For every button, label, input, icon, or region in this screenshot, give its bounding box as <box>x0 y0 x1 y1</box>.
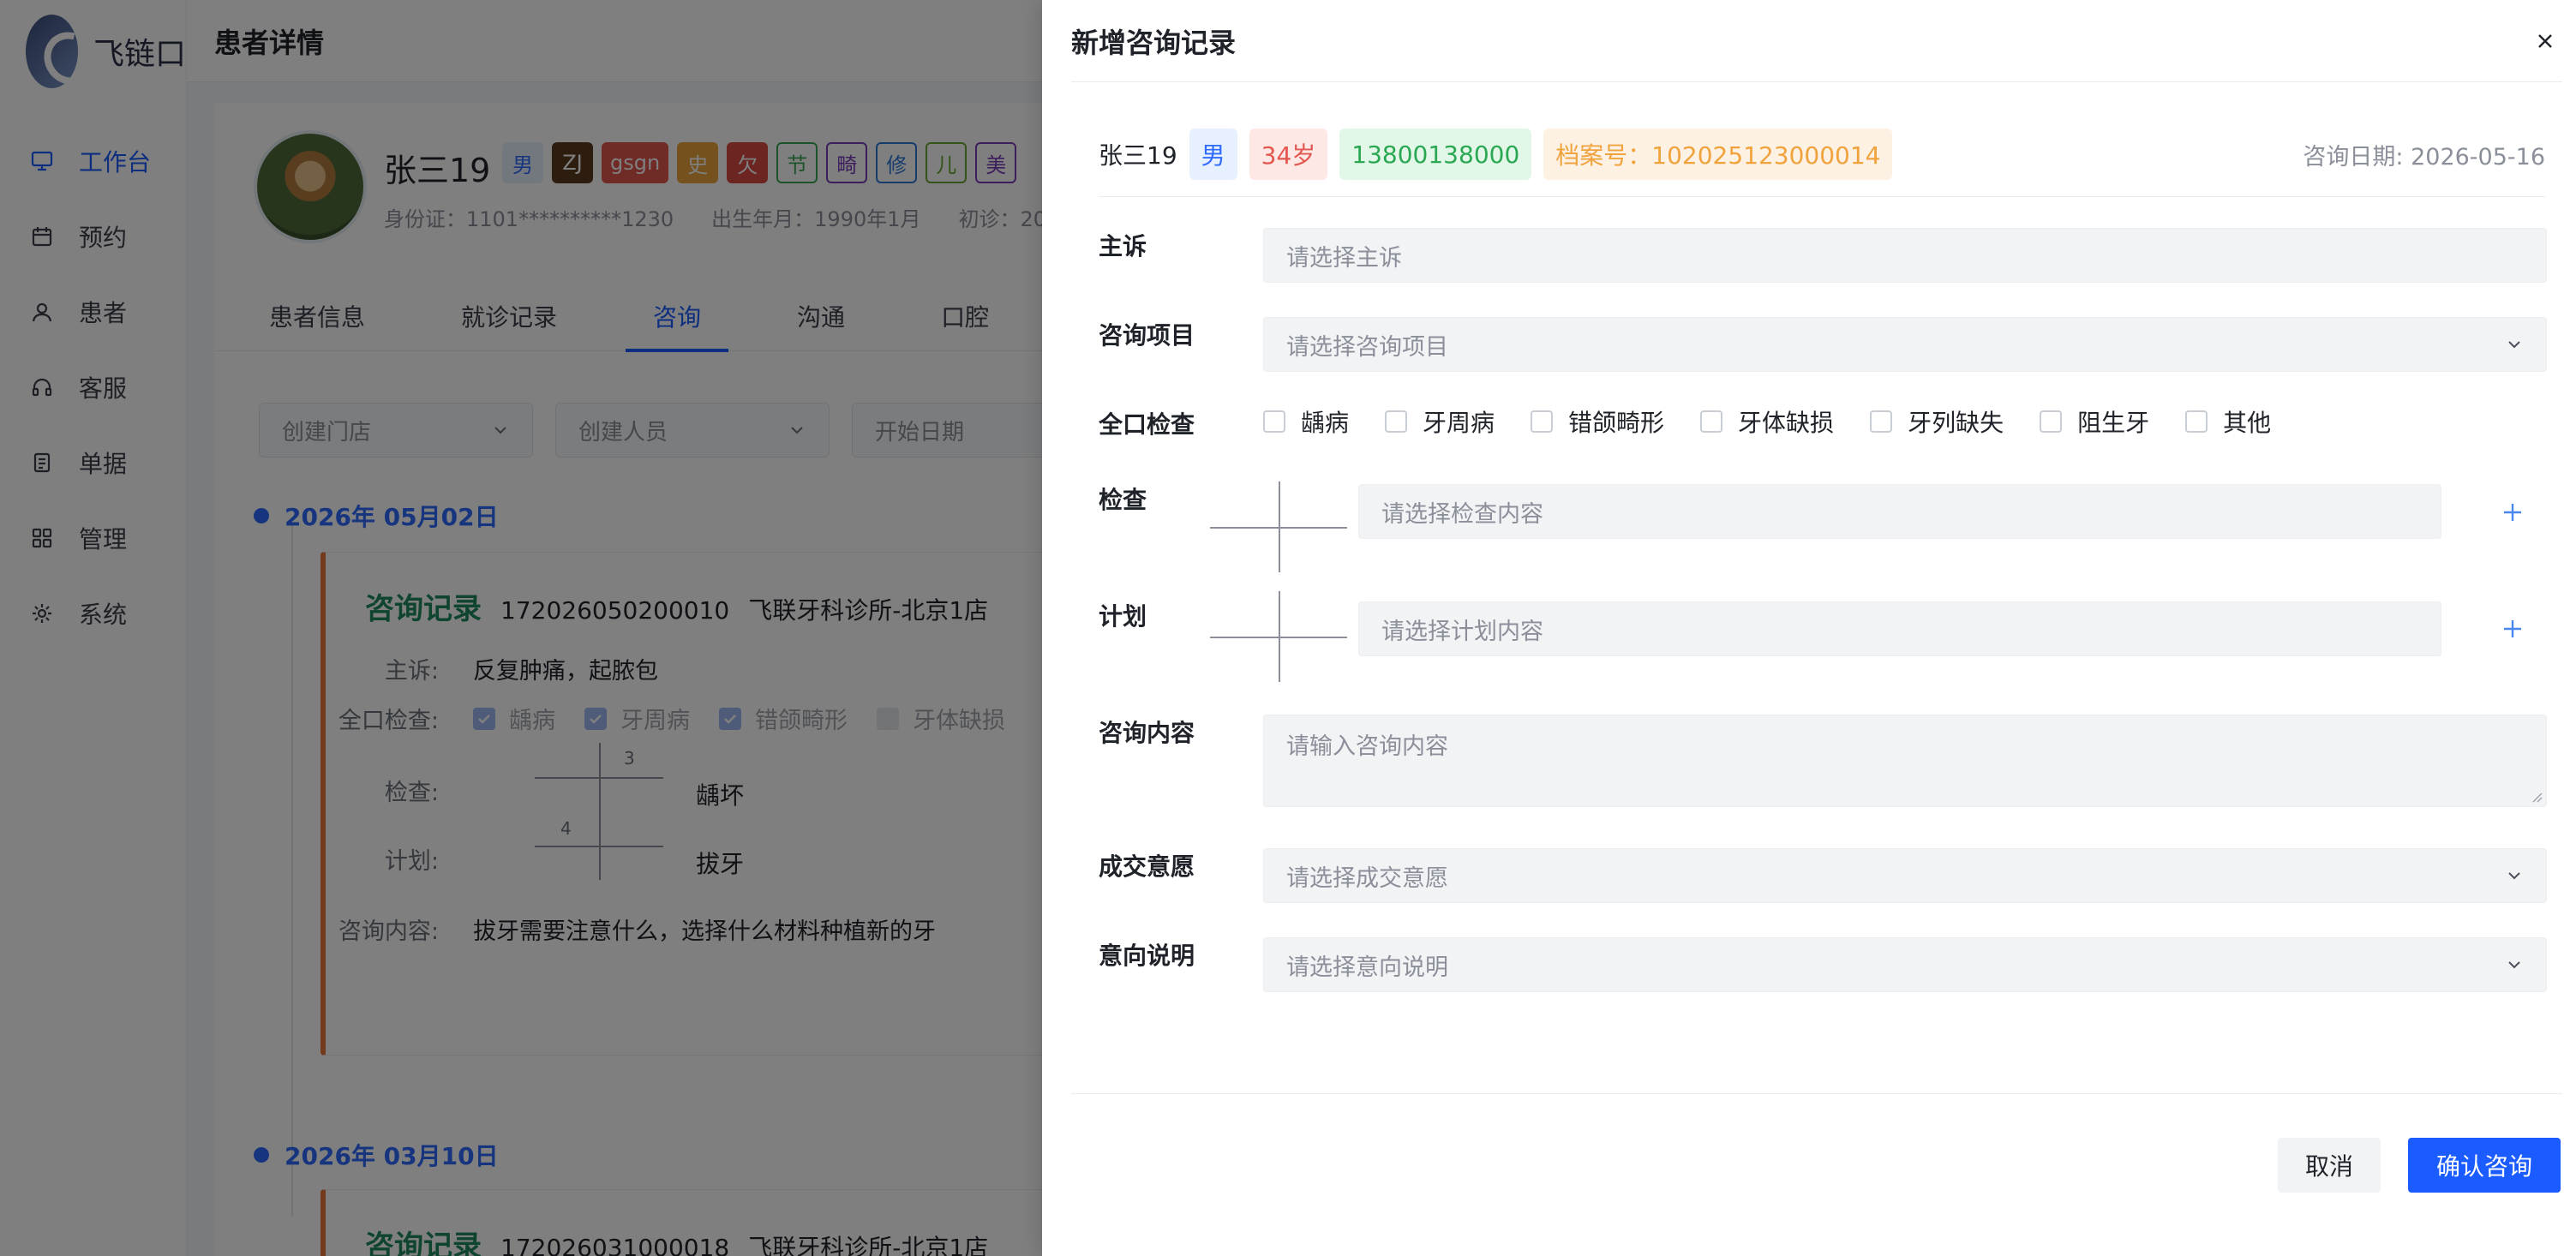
plus-icon <box>2504 504 2521 521</box>
exam-checkbox-impacted-tooth[interactable]: 阻生牙 <box>2040 404 2149 439</box>
intent-note-label: 意向说明 <box>1099 942 1195 970</box>
exam-checkbox-tooth-defect[interactable]: 牙体缺损 <box>1700 404 1834 439</box>
content-textarea[interactable]: 请输入咨询内容 <box>1263 715 2547 807</box>
tooth-picker-line <box>1279 481 1280 572</box>
exam-checkbox-periodontal[interactable]: 牙周病 <box>1385 404 1495 439</box>
complaint-label: 主诉 <box>1099 232 1147 260</box>
close-button[interactable] <box>2528 24 2562 58</box>
add-plan-button[interactable] <box>2497 613 2528 644</box>
checkbox-icon <box>1870 410 1893 433</box>
plan-content-select[interactable]: 请选择计划内容 <box>1358 601 2441 656</box>
checkbox-icon <box>1531 410 1554 433</box>
intent-placeholder: 请选择成交意愿 <box>1286 864 1448 892</box>
drawer-header: 新增咨询记录 <box>1071 0 2562 82</box>
intent-row: 成交意愿 请选择成交意愿 <box>1099 848 2547 903</box>
add-check-button[interactable] <box>2497 497 2528 528</box>
checkbox-icon <box>1700 410 1723 433</box>
full-exam-label: 全口检查 <box>1099 410 1195 439</box>
chevron-down-icon <box>2508 341 2520 349</box>
patient-info-bar: 张三19 男 34岁 13800138000 档案号：1020251230000… <box>1099 129 2545 197</box>
full-exam-checkbox-group: 龋病 牙周病 错颌畸形 牙体缺损 牙列缺失 阻生牙 其他 <box>1263 406 2307 437</box>
plan-row: 计划 请选择计划内容 <box>1099 591 2547 689</box>
complaint-select[interactable]: 请选择主诉 <box>1263 228 2547 283</box>
checkbox-icon <box>2040 410 2063 433</box>
checkbox-icon <box>1385 410 1408 433</box>
chevron-down-icon <box>2508 961 2520 969</box>
exam-checkbox-dentition-loss[interactable]: 牙列缺失 <box>1870 404 2004 439</box>
project-placeholder: 请选择咨询项目 <box>1286 333 1448 361</box>
patient-phone-badge: 13800138000 <box>1339 129 1532 180</box>
cancel-button[interactable]: 取消 <box>2278 1138 2381 1193</box>
drawer-footer-divider <box>1071 1093 2562 1094</box>
resize-handle-icon[interactable] <box>2531 791 2543 803</box>
plan-placeholder: 请选择计划内容 <box>1381 618 1543 645</box>
intent-label: 成交意愿 <box>1099 852 1195 881</box>
check-row: 检查 请选择检查内容 <box>1099 481 2547 572</box>
confirm-consultation-button[interactable]: 确认咨询 <box>2408 1138 2561 1193</box>
close-icon <box>2538 33 2552 48</box>
patient-name: 张三19 <box>1099 141 1177 170</box>
checkbox-icon <box>1263 410 1285 433</box>
complaint-row: 主诉 请选择主诉 <box>1099 228 2547 283</box>
patient-gender-badge: 男 <box>1189 129 1237 180</box>
modal-mask[interactable] <box>0 0 1042 1256</box>
exam-checkbox-caries[interactable]: 龋病 <box>1263 404 1349 439</box>
content-label: 咨询内容 <box>1099 719 1195 747</box>
check-placeholder: 请选择检查内容 <box>1381 500 1543 528</box>
checkbox-icon <box>2185 410 2208 433</box>
patient-age-badge: 34岁 <box>1249 129 1328 180</box>
project-label: 咨询项目 <box>1099 321 1195 350</box>
plus-icon <box>2504 620 2521 637</box>
check-tooth-picker[interactable] <box>1210 481 1347 572</box>
intent-note-row: 意向说明 请选择意向说明 <box>1099 937 2547 992</box>
intent-select[interactable]: 请选择成交意愿 <box>1263 848 2547 903</box>
exam-checkbox-other[interactable]: 其他 <box>2185 404 2271 439</box>
intent-note-select[interactable]: 请选择意向说明 <box>1263 937 2547 992</box>
project-select[interactable]: 请选择咨询项目 <box>1263 317 2547 372</box>
consultation-date: 咨询日期: 2026-05-16 <box>2303 143 2545 170</box>
new-consultation-drawer: 新增咨询记录 张三19 男 34岁 13800138000 档案号：102025… <box>1042 0 2576 1256</box>
project-row: 咨询项目 请选择咨询项目 <box>1099 317 2547 372</box>
content-placeholder: 请输入咨询内容 <box>1286 733 1448 760</box>
tooth-picker-line <box>1279 591 1280 682</box>
exam-checkbox-malocclusion[interactable]: 错颌畸形 <box>1531 404 1664 439</box>
drawer-title: 新增咨询记录 <box>1071 26 1237 59</box>
content-row: 咨询内容 请输入咨询内容 <box>1099 715 2547 807</box>
intent-note-placeholder: 请选择意向说明 <box>1286 954 1448 981</box>
check-content-select[interactable]: 请选择检查内容 <box>1358 484 2441 539</box>
chevron-down-icon <box>2508 872 2520 880</box>
patient-file-number-badge: 档案号：102025123000014 <box>1543 129 1893 180</box>
full-exam-row: 全口检查 龋病 牙周病 错颌畸形 牙体缺损 牙列缺失 阻生牙 其他 <box>1099 406 2547 440</box>
plan-tooth-picker[interactable] <box>1210 591 1347 682</box>
complaint-placeholder: 请选择主诉 <box>1286 244 1402 272</box>
